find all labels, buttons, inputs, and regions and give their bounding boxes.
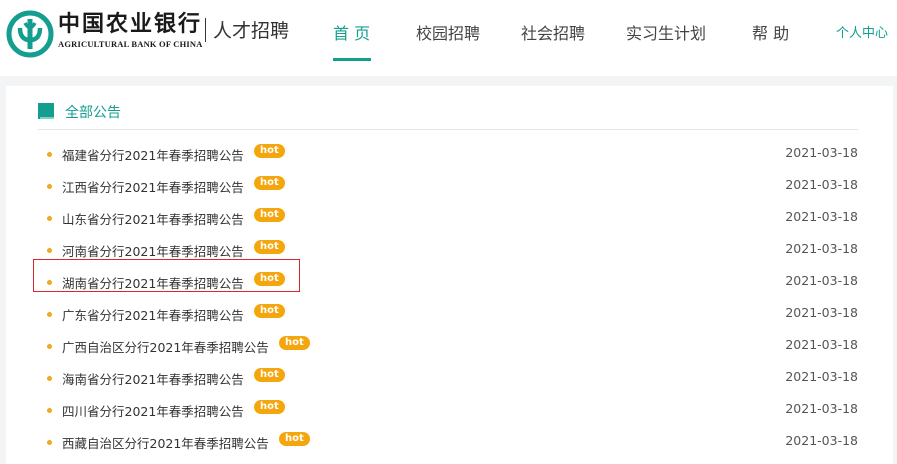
- bullet-icon: [47, 216, 52, 221]
- hot-badge: hot: [279, 336, 310, 350]
- announcement-title[interactable]: 西藏自治区分行2021年春季招聘公告 hot: [62, 432, 310, 452]
- list-item[interactable]: 西藏自治区分行2021年春季招聘公告 hot 2021-03-18: [38, 427, 858, 455]
- announcement-date: 2021-03-18: [785, 401, 858, 416]
- hot-badge: hot: [254, 304, 285, 318]
- bullet-icon: [47, 376, 52, 381]
- section-divider: [38, 129, 858, 130]
- bullet-icon: [47, 440, 52, 445]
- brand-separator: [205, 18, 206, 42]
- hot-badge: hot: [254, 144, 285, 158]
- nav-intern-program[interactable]: 实习生计划: [626, 20, 706, 44]
- announcement-date: 2021-03-18: [785, 305, 858, 320]
- list-item[interactable]: 四川省分行2021年春季招聘公告 hot 2021-03-18: [38, 395, 858, 423]
- announcement-title[interactable]: 广东省分行2021年春季招聘公告 hot: [62, 304, 285, 324]
- abc-logo-icon[interactable]: [6, 10, 54, 58]
- nav-active-underline: [333, 58, 371, 61]
- nav-campus-recruitment[interactable]: 校园招聘: [416, 20, 480, 44]
- nav-home[interactable]: 首 页: [333, 20, 370, 44]
- announcement-date: 2021-03-18: [785, 177, 858, 192]
- bullet-icon: [47, 248, 52, 253]
- hot-badge: hot: [254, 368, 285, 382]
- announcement-date: 2021-03-18: [785, 241, 858, 256]
- announcement-date: 2021-03-18: [785, 145, 858, 160]
- list-item[interactable]: 海南省分行2021年春季招聘公告 hot 2021-03-18: [38, 363, 858, 391]
- announcement-title[interactable]: 山东省分行2021年春季招聘公告 hot: [62, 208, 285, 228]
- announcement-title[interactable]: 广西自治区分行2021年春季招聘公告 hot: [62, 336, 310, 356]
- square-icon: [38, 103, 54, 119]
- section-title: 全部公告: [65, 105, 121, 121]
- hot-badge: hot: [279, 432, 310, 446]
- list-item[interactable]: 广西自治区分行2021年春季招聘公告 hot 2021-03-18: [38, 331, 858, 359]
- list-item[interactable]: 广东省分行2021年春季招聘公告 hot 2021-03-18: [38, 299, 858, 327]
- list-item[interactable]: 江西省分行2021年春季招聘公告 hot 2021-03-18: [38, 171, 858, 199]
- user-center-link[interactable]: 个人中心: [836, 22, 888, 41]
- selection-highlight: [33, 259, 300, 292]
- nav-social-recruitment[interactable]: 社会招聘: [521, 20, 585, 44]
- list-item[interactable]: 山东省分行2021年春季招聘公告 hot 2021-03-18: [38, 203, 858, 231]
- brand-subtitle: 人才招聘: [213, 20, 290, 42]
- bullet-icon: [47, 152, 52, 157]
- announcement-title[interactable]: 河南省分行2021年春季招聘公告 hot: [62, 240, 285, 260]
- announcement-date: 2021-03-18: [785, 337, 858, 352]
- hot-badge: hot: [254, 176, 285, 190]
- site-header: 中国农业银行 AGRICULTURAL BANK OF CHINA 人才招聘 首…: [0, 0, 897, 76]
- bullet-icon: [47, 184, 52, 189]
- announcement-title[interactable]: 江西省分行2021年春季招聘公告 hot: [62, 176, 285, 196]
- brand-name-cn: 中国农业银行: [58, 11, 203, 37]
- list-item[interactable]: 福建省分行2021年春季招聘公告 hot 2021-03-18: [38, 139, 858, 167]
- announcement-date: 2021-03-18: [785, 209, 858, 224]
- announcement-title[interactable]: 四川省分行2021年春季招聘公告 hot: [62, 400, 285, 420]
- announcement-date: 2021-03-18: [785, 433, 858, 448]
- announcement-date: 2021-03-18: [785, 273, 858, 288]
- hot-badge: hot: [254, 208, 285, 222]
- announcement-title[interactable]: 福建省分行2021年春季招聘公告 hot: [62, 144, 285, 164]
- announcement-date: 2021-03-18: [785, 369, 858, 384]
- bullet-icon: [47, 408, 52, 413]
- hot-badge: hot: [254, 400, 285, 414]
- brand-name-en: AGRICULTURAL BANK OF CHINA: [58, 39, 203, 49]
- hot-badge: hot: [254, 240, 285, 254]
- bullet-icon: [47, 312, 52, 317]
- announcement-title[interactable]: 海南省分行2021年春季招聘公告 hot: [62, 368, 285, 388]
- nav-help[interactable]: 帮 助: [752, 20, 789, 44]
- bullet-icon: [47, 344, 52, 349]
